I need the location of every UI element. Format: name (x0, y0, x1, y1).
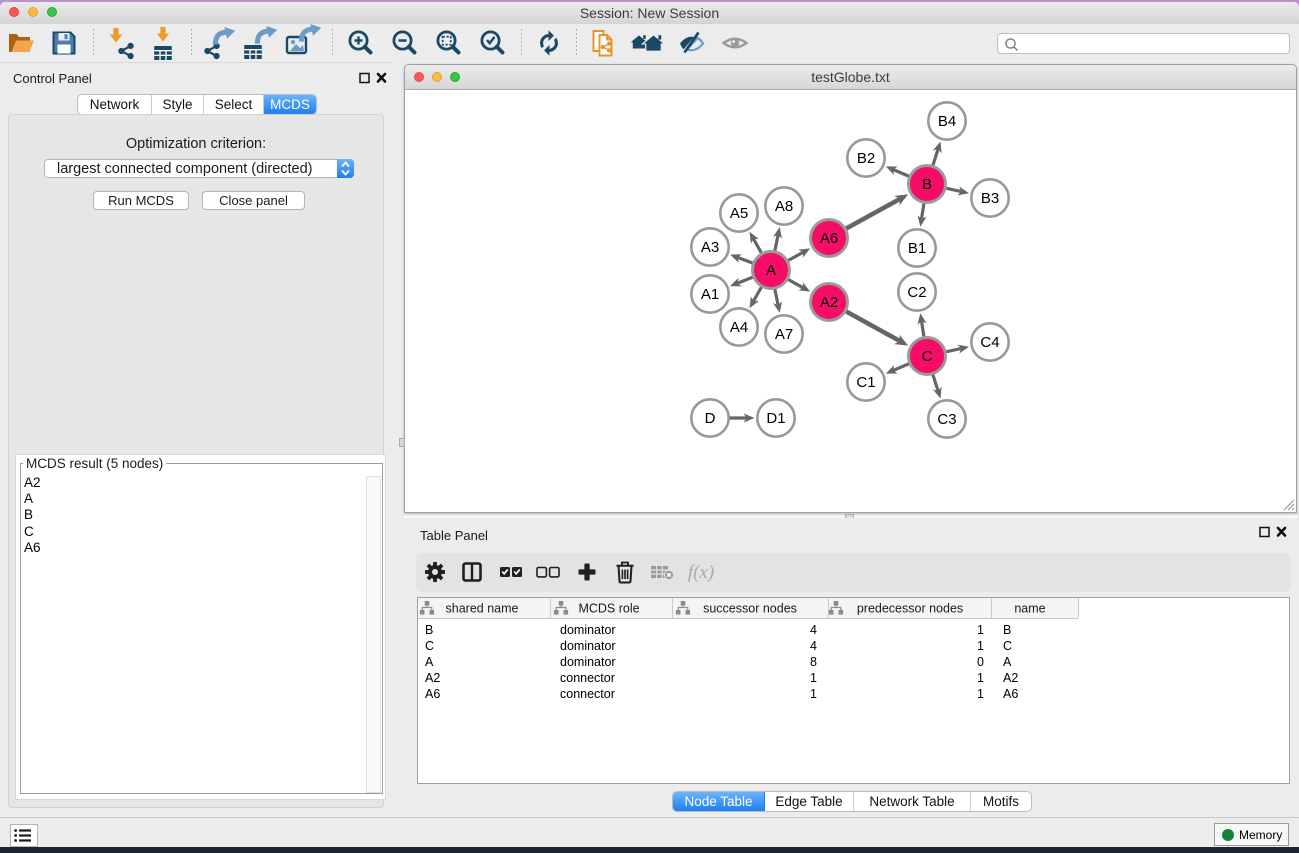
svg-text:C: C (922, 348, 933, 365)
svg-text:B3: B3 (981, 190, 999, 207)
svg-text:C3: C3 (937, 411, 956, 428)
svg-text:C2: C2 (907, 284, 926, 301)
svg-text:B2: B2 (857, 150, 875, 167)
svg-text:C1: C1 (856, 374, 875, 391)
svg-text:A: A (766, 262, 776, 279)
svg-text:MCDS role: MCDS role (578, 602, 639, 616)
svg-text:name: name (1014, 602, 1045, 616)
svg-text:B1: B1 (908, 240, 926, 257)
svg-text:C4: C4 (980, 334, 999, 351)
svg-text:A3: A3 (701, 239, 719, 256)
svg-text:A6: A6 (820, 230, 838, 247)
svg-text:successor nodes: successor nodes (703, 602, 797, 616)
svg-text:D1: D1 (766, 410, 785, 427)
svg-text:A4: A4 (730, 319, 748, 336)
svg-text:A7: A7 (775, 326, 793, 343)
svg-text:D: D (705, 410, 716, 427)
svg-text:predecessor nodes: predecessor nodes (857, 602, 963, 616)
svg-text:B4: B4 (938, 113, 956, 130)
svg-text:A1: A1 (701, 286, 719, 303)
svg-text:A8: A8 (775, 198, 793, 215)
svg-text:B: B (922, 176, 932, 193)
svg-text:f(x): f(x) (688, 562, 714, 583)
svg-text:A2: A2 (820, 294, 838, 311)
svg-text:shared name: shared name (446, 602, 519, 616)
svg-text:A5: A5 (730, 205, 748, 222)
